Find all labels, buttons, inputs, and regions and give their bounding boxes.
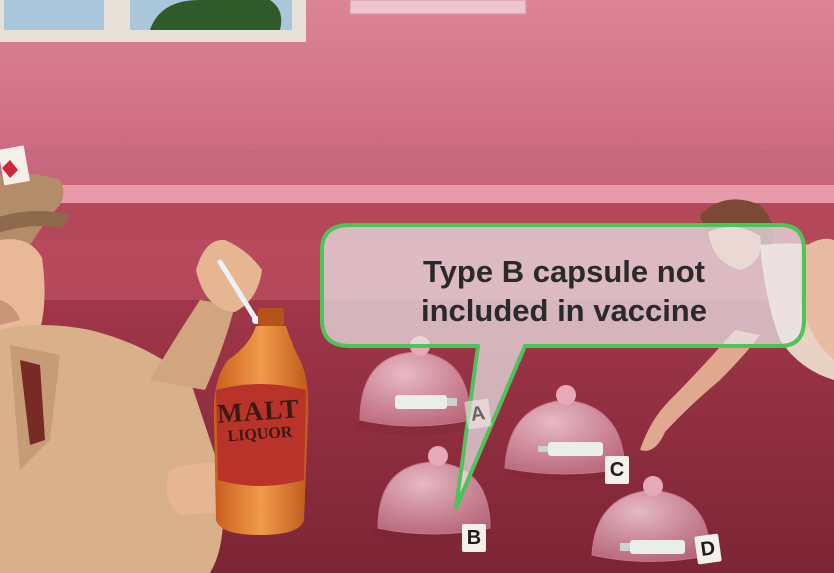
callout-line-1: Type B capsule not [423,254,705,289]
dome-label-d: D [694,533,722,565]
dome-label-c: C [605,456,629,484]
scene: Type B capsule not included in vaccine M… [0,0,834,573]
wall-ledge [0,185,834,205]
bottle-label: MALT LIQUOR [212,393,305,447]
wall-frame [349,0,527,15]
dome-label-b: B [462,524,486,552]
window [0,0,306,42]
callout-line-2: included in vaccine [421,293,707,328]
callout-text: Type B capsule not included in vaccine [340,252,788,330]
dome-label-a: A [464,398,492,430]
